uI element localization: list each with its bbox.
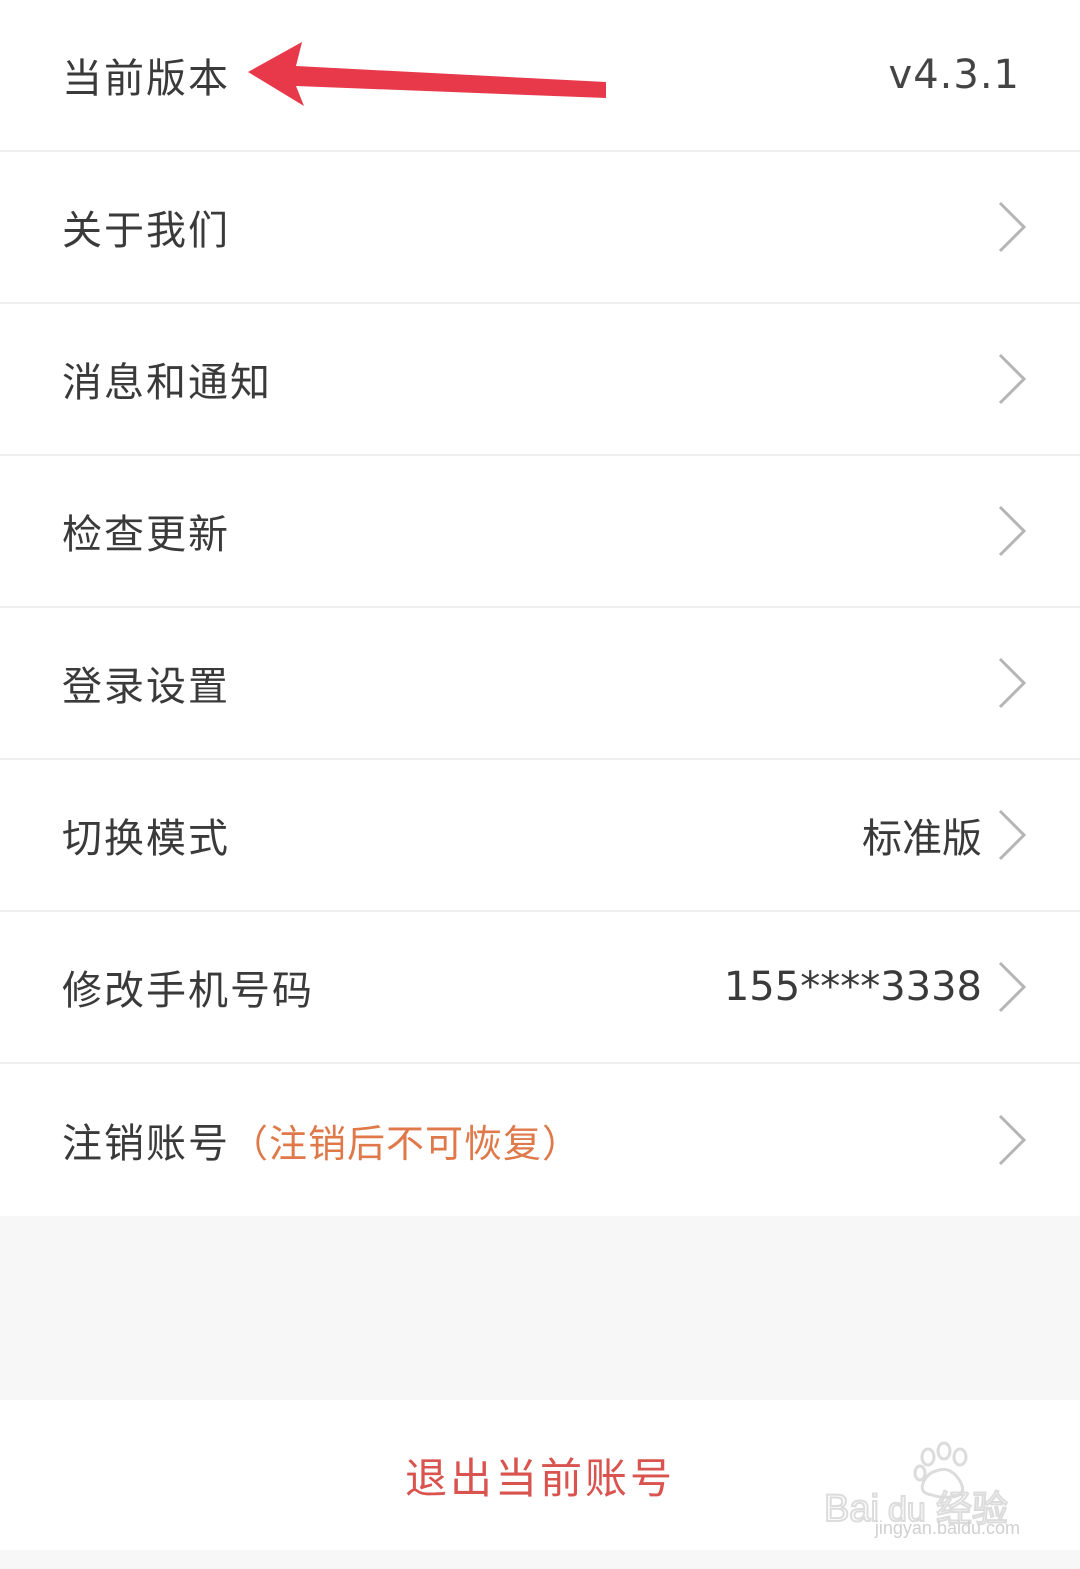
settings-item-check-update[interactable]: 检查更新: [0, 456, 1080, 608]
chevron-right-icon: [998, 961, 1027, 1013]
notifications-label: 消息和通知: [62, 360, 272, 406]
chevron-right-icon: [998, 201, 1027, 253]
delete-account-title: 注销账号: [62, 1121, 230, 1167]
switch-mode-label: 切换模式: [62, 816, 230, 862]
switch-mode-value: 标准版: [862, 816, 982, 862]
svg-text:Bai: Bai: [824, 1488, 879, 1530]
delete-account-label: 注销账号（注销后不可恢复）: [62, 1111, 581, 1169]
about-us-label: 关于我们: [62, 208, 230, 254]
settings-item-login-settings[interactable]: 登录设置: [0, 608, 1080, 760]
section-spacer: [0, 1218, 1080, 1400]
current-version-label: 当前版本: [62, 56, 230, 102]
login-settings-label: 登录设置: [62, 664, 230, 710]
settings-list: 当前版本 v4.3.1 关于我们 消息和通知 检查更新 登录设置 切换模式 标准…: [0, 0, 1080, 1216]
phone-number-value: 155****3338: [723, 964, 982, 1010]
settings-item-delete-account[interactable]: 注销账号（注销后不可恢复）: [0, 1064, 1080, 1216]
chevron-right-icon: [998, 657, 1027, 709]
delete-account-warning: （注销后不可恢复）: [230, 1122, 582, 1166]
annotation-arrow-icon: [248, 42, 606, 106]
settings-item-notifications[interactable]: 消息和通知: [0, 304, 1080, 456]
settings-item-about-us[interactable]: 关于我们: [0, 152, 1080, 304]
watermark-url: jingyan.baidu.com: [874, 1518, 1020, 1538]
settings-item-switch-mode[interactable]: 切换模式 标准版: [0, 760, 1080, 912]
chevron-right-icon: [998, 1114, 1027, 1166]
change-phone-label: 修改手机号码: [62, 968, 314, 1014]
chevron-right-icon: [998, 809, 1027, 861]
chevron-right-icon: [998, 353, 1027, 405]
settings-item-change-phone[interactable]: 修改手机号码 155****3338: [0, 912, 1080, 1064]
check-update-label: 检查更新: [62, 512, 230, 558]
current-version-value: v4.3.1: [888, 52, 1020, 98]
logout-label: 退出当前账号: [404, 1453, 675, 1503]
chevron-right-icon: [998, 505, 1027, 557]
